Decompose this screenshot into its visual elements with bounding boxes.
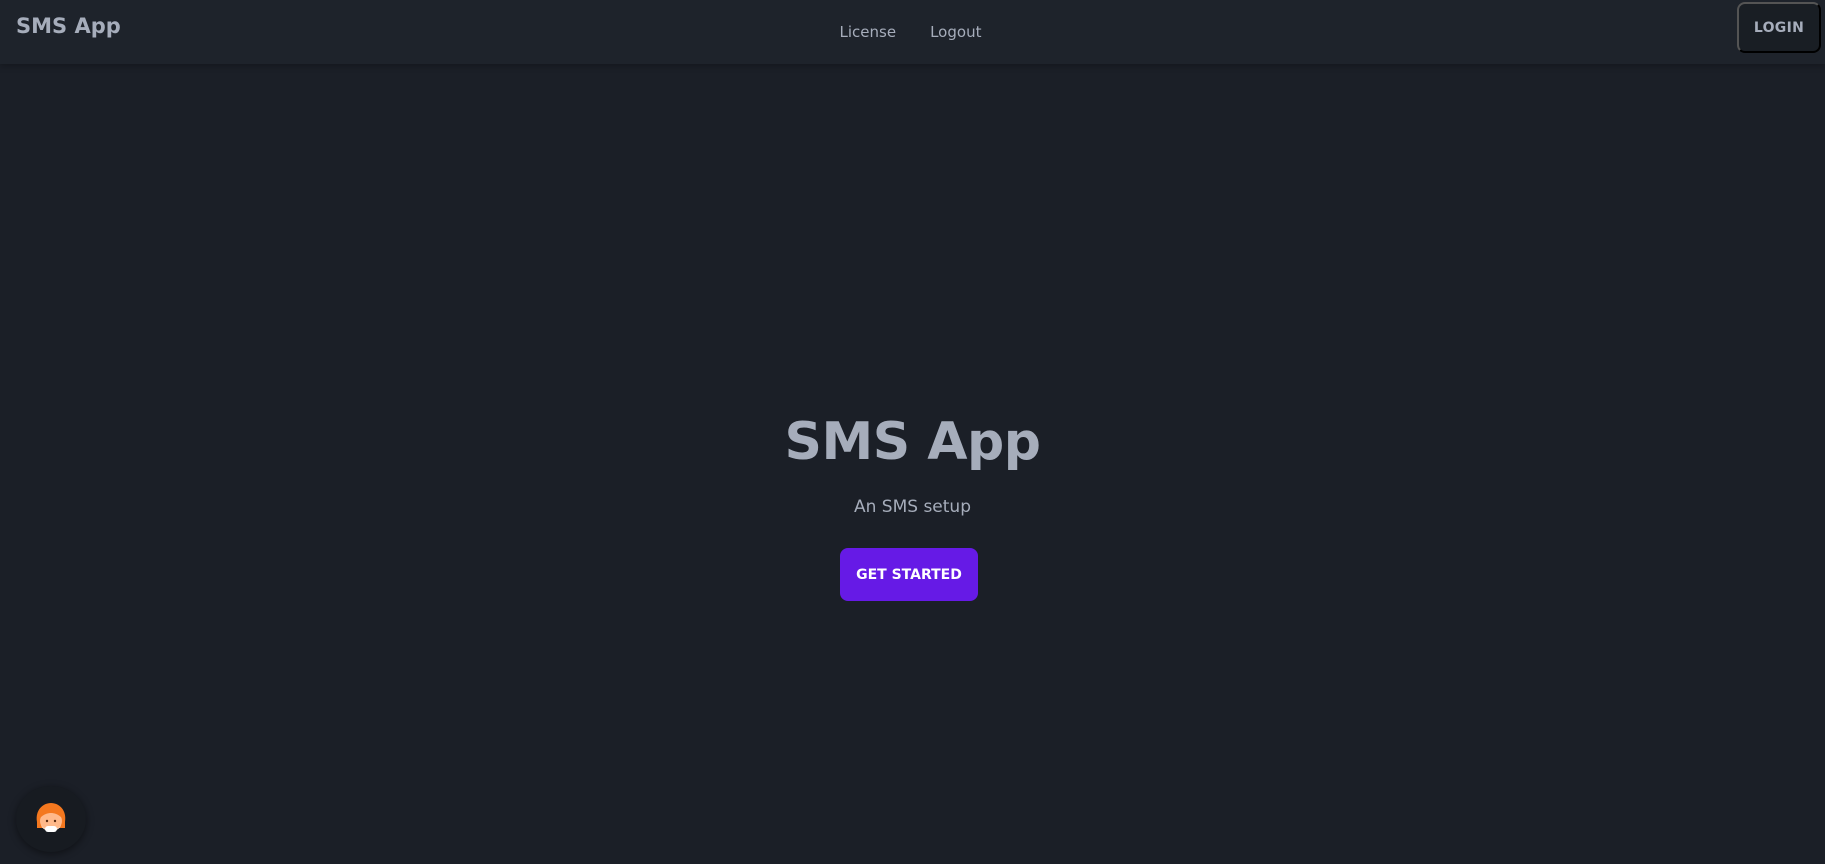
floating-avatar-button[interactable] xyxy=(16,786,86,852)
hero-title: SMS App xyxy=(784,412,1041,472)
hero-section: SMS App An SMS setup GET STARTED xyxy=(0,64,1825,864)
nav-links: License Logout xyxy=(0,0,1825,64)
nav-links-group: License Logout xyxy=(823,15,999,49)
avatar-emoji-icon xyxy=(36,803,66,832)
brand-link[interactable]: SMS App xyxy=(16,14,121,38)
hero-subtitle: An SMS setup xyxy=(853,497,971,517)
nav-link-logout[interactable]: Logout xyxy=(913,15,998,49)
nav-link-license[interactable]: License xyxy=(823,15,914,49)
login-button[interactable]: LOGIN xyxy=(1737,2,1821,53)
navbar: SMS App License Logout LOGIN xyxy=(0,0,1825,64)
get-started-button[interactable]: GET STARTED xyxy=(840,548,978,601)
